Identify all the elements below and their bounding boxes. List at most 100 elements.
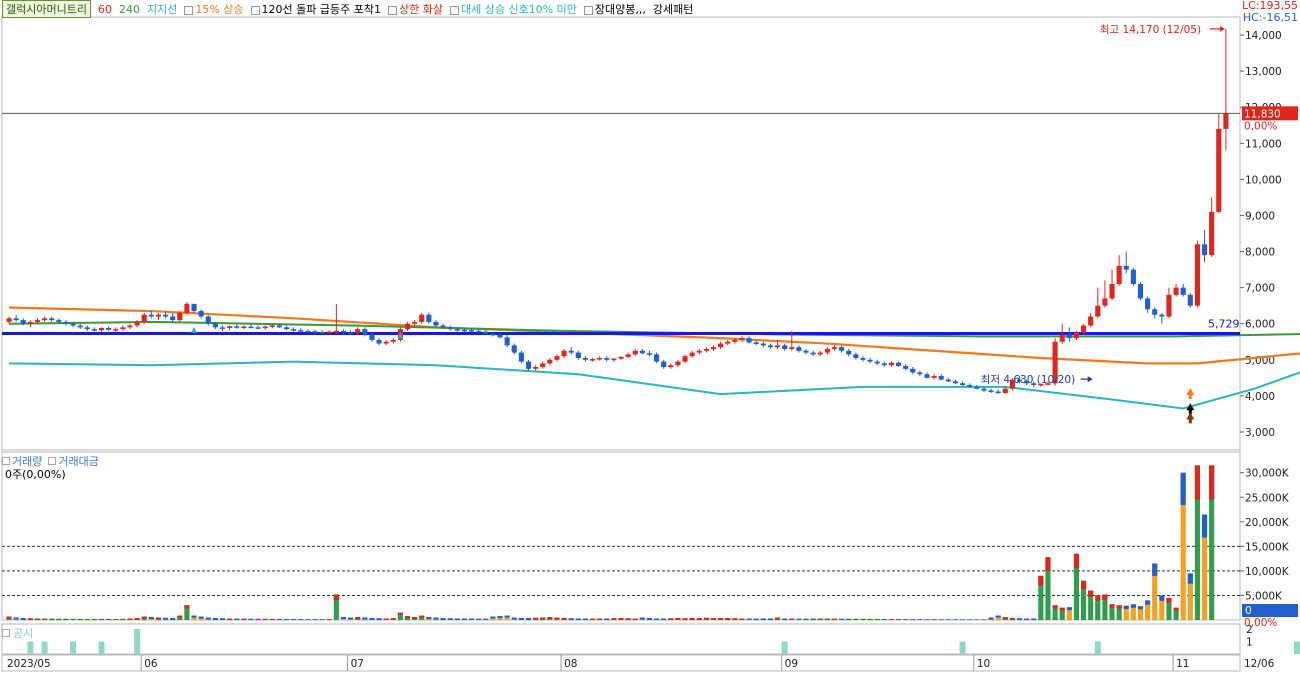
candle-body [710, 347, 717, 349]
volume-panel [1, 451, 1241, 621]
volume-bar-cap [703, 617, 709, 620]
candle-body [817, 352, 823, 355]
volume-bar-cap [682, 618, 688, 620]
disclosure-legend[interactable]: 공시 [2, 625, 33, 641]
candle-body [511, 345, 517, 353]
stock-name[interactable]: 갤럭시아머니트리 [2, 0, 91, 18]
candle-body [732, 339, 738, 342]
volume-bar-cap [1194, 465, 1200, 500]
legend-long-candle-checkbox[interactable] [583, 5, 593, 15]
volume-bar-cap [155, 617, 162, 620]
candle-body [298, 330, 304, 332]
candle-body [77, 325, 83, 328]
disclosure-label: 공시 [13, 627, 34, 640]
disclosure-tick-label: 1 [1246, 637, 1253, 649]
candle-body [689, 352, 695, 357]
candle-body [960, 383, 966, 386]
volume-bar-cap [248, 618, 254, 620]
volume-tick-label: 20,000K [1245, 517, 1290, 529]
candle-body [326, 331, 332, 334]
volume-bar-cap [774, 617, 781, 620]
volume-bar-cap [1038, 575, 1044, 586]
candle-body [205, 316, 211, 324]
candle-body [170, 316, 176, 321]
candle-body [483, 331, 489, 334]
candle-body [604, 357, 610, 360]
volume-bar-cap [27, 618, 33, 620]
volume-bar-cap [13, 617, 19, 620]
volume-bar-cap [732, 618, 738, 620]
legend-ma60[interactable]: 60 [98, 3, 112, 16]
volume-bar-cap [1009, 618, 1015, 620]
volume-bar-cap [554, 617, 560, 620]
candle-body [1088, 316, 1094, 326]
volume-bar-cap [568, 618, 574, 620]
candle-body [860, 357, 866, 360]
volume-bar-cap [348, 617, 354, 620]
candle-body [675, 361, 681, 366]
candle-body [903, 365, 909, 369]
volume-bar-cap [91, 619, 97, 620]
volume-bar-cap [511, 617, 517, 620]
price-tick-label: 14,000 [1245, 30, 1282, 42]
legend-breakout[interactable]: 120선 돌파 급등주 포착1 [250, 1, 381, 17]
volume-bar-cap [397, 612, 403, 615]
candle-body [404, 323, 411, 330]
candle-body [255, 327, 261, 329]
candle-body [910, 368, 916, 373]
legend-long-candle[interactable]: 장대양봉,,, [583, 1, 646, 17]
disclosure-bar [98, 641, 105, 654]
volume-bar-cap [810, 618, 816, 620]
volume-bar-cap [70, 618, 76, 620]
candle-body [810, 352, 816, 355]
volume-bar-cap [376, 618, 382, 620]
volume-bar-cap [632, 618, 638, 620]
candle-body [34, 320, 41, 322]
legend-trend[interactable]: 대세 상승 신호10% 미만 [449, 1, 577, 17]
candle-body [241, 326, 247, 329]
volume-bar-cap [419, 615, 425, 618]
volume-bar-cap [369, 618, 375, 620]
volume-bar-cap [533, 617, 539, 620]
candle-body [1073, 332, 1080, 339]
volume-bar-cap [241, 618, 247, 620]
volume-bar-cap [198, 616, 204, 619]
volume-bar-cap [383, 618, 389, 620]
volume-bar-cap [219, 618, 226, 620]
candle-body [91, 329, 97, 331]
legend-trend-checkbox[interactable] [449, 5, 459, 15]
legend-long-candle-label: 장대양봉,,, [594, 3, 646, 16]
legend-rise15[interactable]: 15% 상승 [184, 1, 244, 17]
volume-bar-cap [867, 618, 873, 620]
legend-breakout-checkbox[interactable] [250, 5, 260, 15]
volume-bar-cap [1137, 606, 1144, 610]
legend-limit-up-checkbox[interactable] [387, 5, 397, 15]
volume-bar-cap [191, 615, 197, 618]
legend-strong[interactable]: 강세패턴 [653, 1, 693, 17]
candle-body [248, 326, 254, 329]
legend-ma240[interactable]: 240 [119, 3, 140, 16]
candle-body [49, 318, 55, 321]
volume-bar-cap [903, 619, 909, 620]
candle-body [995, 391, 1001, 394]
disclosure-checkbox[interactable] [2, 629, 10, 637]
candle-body [696, 350, 702, 353]
legend-limit-up[interactable]: 상한 화살 [387, 1, 443, 17]
legend-trade-amount-checkbox[interactable] [48, 457, 57, 465]
legend-volume-checkbox[interactable] [2, 457, 10, 465]
volume-tick-label: 25,000K [1245, 492, 1290, 504]
candle-body [1201, 244, 1208, 256]
volume-readout: 0주(0,00%) [5, 468, 66, 481]
legend-support[interactable]: 지지선 [147, 1, 177, 17]
candle-body [931, 376, 937, 378]
volume-bar-cap [504, 615, 510, 618]
candle-body [582, 357, 588, 360]
volume-bar-cap [582, 618, 588, 620]
candle-body [867, 359, 873, 362]
candle-body [967, 385, 973, 387]
legend-rise15-checkbox[interactable] [184, 5, 194, 15]
volume-bar-cap [718, 618, 724, 620]
candle-body [1080, 325, 1087, 333]
chart-canvas[interactable]: 3,0004,0005,0006,0007,0008,0009,00010,00… [0, 0, 1300, 673]
candle-body [853, 354, 859, 358]
